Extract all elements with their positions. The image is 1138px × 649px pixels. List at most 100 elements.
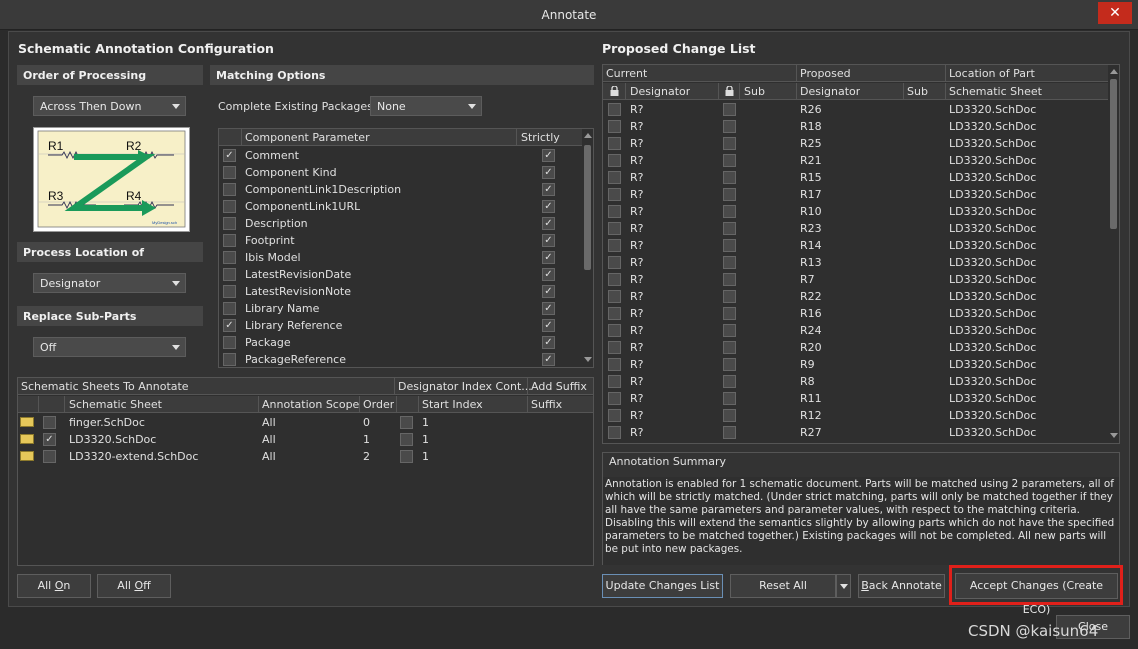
column-header-strictly[interactable]: Strictly: [521, 131, 560, 144]
parameter-row[interactable]: ComponentLink1URL ✓: [219, 198, 593, 215]
parameter-scrollbar[interactable]: [582, 129, 593, 367]
sub-lock-checkbox[interactable]: [723, 205, 736, 218]
parameter-row[interactable]: LatestRevisionDate ✓: [219, 266, 593, 283]
sheet-row[interactable]: ✓ LD3320.SchDoc All 1 1: [18, 431, 593, 448]
parameter-row[interactable]: Component Kind ✓: [219, 164, 593, 181]
sub-lock-checkbox[interactable]: [723, 409, 736, 422]
strict-checkbox[interactable]: ✓: [542, 217, 555, 230]
sub-lock-checkbox[interactable]: [723, 307, 736, 320]
sub-lock-checkbox[interactable]: [723, 137, 736, 150]
lock-checkbox[interactable]: [608, 222, 621, 235]
sub-lock-checkbox[interactable]: [723, 426, 736, 439]
column-header-start-index[interactable]: Start Index: [422, 398, 483, 411]
column-header-order[interactable]: Order: [363, 398, 394, 411]
change-row[interactable]: R? R16 LD3320.SchDoc: [603, 305, 1119, 322]
parameter-checkbox[interactable]: ✓: [223, 319, 236, 332]
column-header-schematic-sheet[interactable]: Schematic Sheet: [949, 85, 1042, 98]
sub-lock-checkbox[interactable]: [723, 392, 736, 405]
lock-checkbox[interactable]: [608, 256, 621, 269]
lock-checkbox[interactable]: [608, 307, 621, 320]
scroll-down-icon[interactable]: [1110, 433, 1118, 438]
change-row[interactable]: R? R8 LD3320.SchDoc: [603, 373, 1119, 390]
change-row[interactable]: R? R20 LD3320.SchDoc: [603, 339, 1119, 356]
sub-lock-checkbox[interactable]: [723, 375, 736, 388]
strict-checkbox[interactable]: ✓: [542, 234, 555, 247]
column-header-proposed-sub[interactable]: Sub: [907, 85, 928, 98]
sub-lock-checkbox[interactable]: [723, 324, 736, 337]
parameter-checkbox[interactable]: [223, 268, 236, 281]
replace-subparts-dropdown[interactable]: Off: [33, 337, 186, 357]
index-control-checkbox[interactable]: [400, 450, 413, 463]
sub-lock-checkbox[interactable]: [723, 222, 736, 235]
parameter-row[interactable]: PackageReference ✓: [219, 351, 593, 367]
parameter-checkbox[interactable]: ✓: [223, 149, 236, 162]
parameter-row[interactable]: Library Name ✓: [219, 300, 593, 317]
all-off-button[interactable]: All Off: [97, 574, 171, 598]
sub-lock-checkbox[interactable]: [723, 154, 736, 167]
change-row[interactable]: R? R26 LD3320.SchDoc: [603, 101, 1119, 118]
strict-checkbox[interactable]: ✓: [542, 149, 555, 162]
sub-lock-checkbox[interactable]: [723, 188, 736, 201]
parameter-checkbox[interactable]: [223, 353, 236, 366]
sheet-checkbox[interactable]: [43, 416, 56, 429]
parameter-checkbox[interactable]: [223, 200, 236, 213]
lock-checkbox[interactable]: [608, 239, 621, 252]
change-row[interactable]: R? R21 LD3320.SchDoc: [603, 152, 1119, 169]
column-header-suffix[interactable]: Suffix: [531, 398, 562, 411]
lock-checkbox[interactable]: [608, 375, 621, 388]
change-row[interactable]: R? R7 LD3320.SchDoc: [603, 271, 1119, 288]
strict-checkbox[interactable]: ✓: [542, 183, 555, 196]
change-row[interactable]: R? R24 LD3320.SchDoc: [603, 322, 1119, 339]
change-row[interactable]: R? R14 LD3320.SchDoc: [603, 237, 1119, 254]
lock-checkbox[interactable]: [608, 409, 621, 422]
parameter-checkbox[interactable]: [223, 217, 236, 230]
sheet-row[interactable]: LD3320-extend.SchDoc All 2 1: [18, 448, 593, 465]
parameter-row[interactable]: LatestRevisionNote ✓: [219, 283, 593, 300]
sub-lock-checkbox[interactable]: [723, 273, 736, 286]
lock-checkbox[interactable]: [608, 154, 621, 167]
process-location-dropdown[interactable]: Designator: [33, 273, 186, 293]
parameter-row[interactable]: ✓ Library Reference ✓: [219, 317, 593, 334]
scroll-down-icon[interactable]: [584, 357, 592, 362]
strict-checkbox[interactable]: ✓: [542, 200, 555, 213]
change-row[interactable]: R? R25 LD3320.SchDoc: [603, 135, 1119, 152]
strict-checkbox[interactable]: ✓: [542, 166, 555, 179]
change-list-scrollbar[interactable]: [1108, 65, 1119, 443]
sub-lock-checkbox[interactable]: [723, 103, 736, 116]
lock-checkbox[interactable]: [608, 188, 621, 201]
lock-checkbox[interactable]: [608, 290, 621, 303]
scroll-up-icon[interactable]: [1110, 69, 1118, 74]
parameter-row[interactable]: ✓ Comment ✓: [219, 147, 593, 164]
parameter-row[interactable]: Footprint ✓: [219, 232, 593, 249]
change-row[interactable]: R? R13 LD3320.SchDoc: [603, 254, 1119, 271]
parameter-checkbox[interactable]: [223, 336, 236, 349]
lock-checkbox[interactable]: [608, 205, 621, 218]
lock-checkbox[interactable]: [608, 171, 621, 184]
lock-checkbox[interactable]: [608, 341, 621, 354]
lock-checkbox[interactable]: [608, 120, 621, 133]
close-window-button[interactable]: ✕: [1098, 2, 1132, 24]
column-header-current-designator[interactable]: Designator: [630, 85, 690, 98]
sheet-checkbox[interactable]: [43, 450, 56, 463]
complete-packages-dropdown[interactable]: None: [370, 96, 482, 116]
change-row[interactable]: R? R10 LD3320.SchDoc: [603, 203, 1119, 220]
column-header-sheet[interactable]: Schematic Sheet: [69, 398, 162, 411]
parameter-checkbox[interactable]: [223, 234, 236, 247]
sub-lock-checkbox[interactable]: [723, 358, 736, 371]
parameter-checkbox[interactable]: [223, 285, 236, 298]
sub-lock-checkbox[interactable]: [723, 341, 736, 354]
strict-checkbox[interactable]: ✓: [542, 336, 555, 349]
change-row[interactable]: R? R15 LD3320.SchDoc: [603, 169, 1119, 186]
sheet-checkbox[interactable]: ✓: [43, 433, 56, 446]
lock-checkbox[interactable]: [608, 273, 621, 286]
strict-checkbox[interactable]: ✓: [542, 251, 555, 264]
index-control-checkbox[interactable]: [400, 433, 413, 446]
column-header-current-sub[interactable]: Sub: [744, 85, 765, 98]
strict-checkbox[interactable]: ✓: [542, 268, 555, 281]
lock-checkbox[interactable]: [608, 426, 621, 439]
index-control-checkbox[interactable]: [400, 416, 413, 429]
sub-lock-checkbox[interactable]: [723, 239, 736, 252]
change-row[interactable]: R? R23 LD3320.SchDoc: [603, 220, 1119, 237]
reset-all-button[interactable]: Reset All: [730, 574, 836, 598]
reset-all-dropdown[interactable]: [836, 574, 851, 598]
